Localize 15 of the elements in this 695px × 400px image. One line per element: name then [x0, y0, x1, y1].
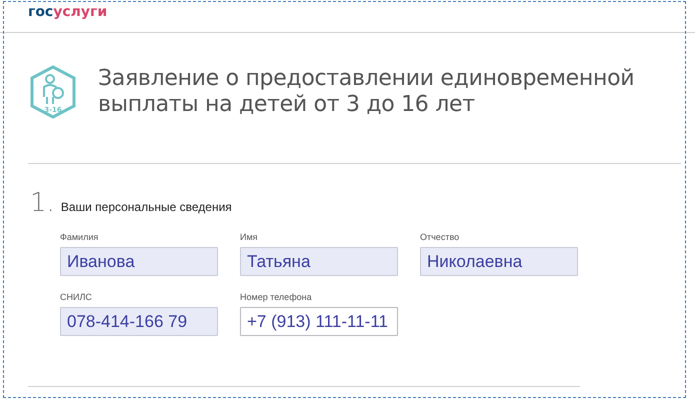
- input-field[interactable]: +7 (913) 111-11-11: [240, 307, 398, 336]
- input-field[interactable]: 078-414-166 79: [60, 307, 218, 336]
- input-field[interactable]: Николаевна: [420, 247, 578, 276]
- section-number: 1.: [30, 188, 55, 218]
- section-heading: Ваши персональные сведения: [60, 200, 232, 214]
- field-label: Номер телефона: [240, 292, 313, 302]
- page-title: Заявление о предоставлении единовременной выплаты на детей от 3 до 16 лет: [98, 66, 636, 118]
- input-field[interactable]: Иванова: [60, 247, 218, 276]
- field-label: Отчество: [420, 232, 460, 242]
- field-label: Фамилия: [60, 232, 100, 242]
- field-label: Имя: [240, 232, 259, 242]
- logo-text[interactable]: гос: [28, 4, 54, 20]
- logo-text[interactable]: услуги: [53, 4, 108, 20]
- field-label: СНИЛС: [60, 292, 93, 302]
- input-field[interactable]: Татьяна: [240, 247, 398, 276]
